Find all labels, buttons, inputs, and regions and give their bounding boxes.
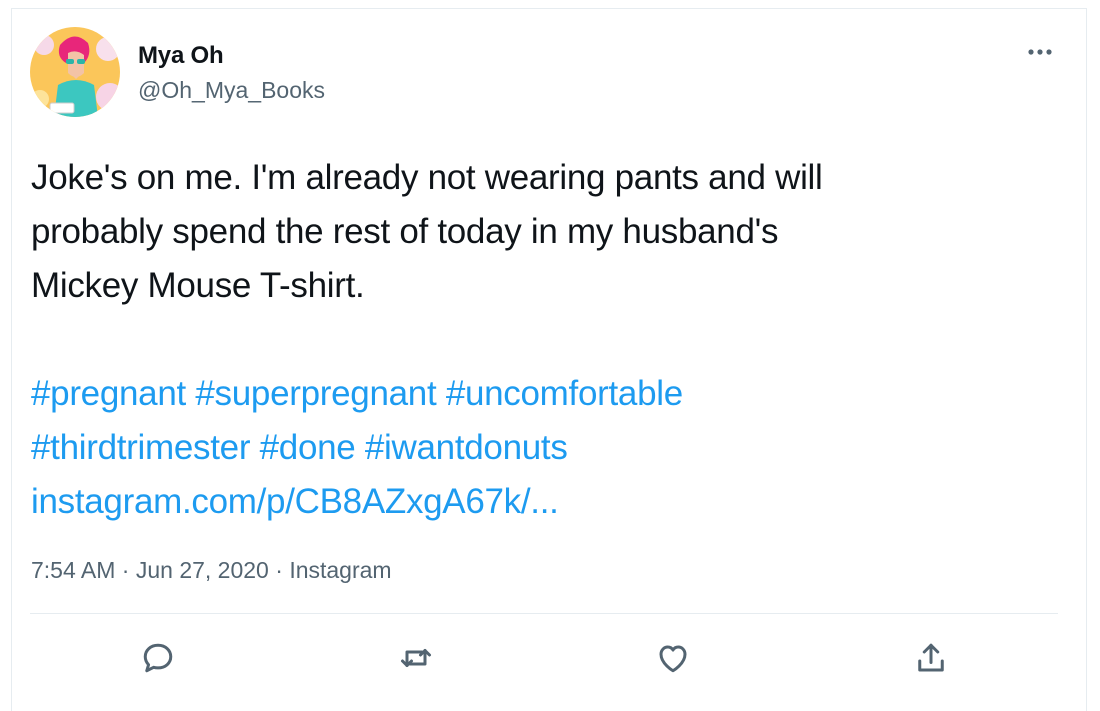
avatar[interactable] [30, 27, 120, 117]
share-button[interactable] [907, 634, 955, 682]
tweet-text-line: probably spend the rest of today in my h… [31, 212, 779, 251]
author-name[interactable]: Mya Oh [138, 42, 224, 70]
hashtag-link[interactable]: #thirdtrimester [31, 428, 250, 467]
hashtag-link[interactable]: #pregnant [31, 374, 186, 413]
instagram-link[interactable]: instagram.com/p/CB8AZxgA67k/... [31, 482, 559, 521]
reply-button[interactable] [134, 634, 182, 682]
tweet-source[interactable]: Instagram [289, 557, 391, 583]
hashtags: #pregnant #superpregnant #uncomfortable … [31, 367, 1051, 529]
tweet-text-line: Mickey Mouse T-shirt. [31, 266, 365, 305]
tweet-card: Mya Oh @Oh_Mya_Books Joke's on me. I'm a… [11, 8, 1087, 711]
tweet-date[interactable]: Jun 27, 2020 [136, 557, 269, 583]
separator: · [121, 557, 130, 583]
author-handle[interactable]: @Oh_Mya_Books [138, 77, 325, 104]
more-options-button[interactable] [1020, 37, 1060, 67]
tweet-metadata: 7:54 AM · Jun 27, 2020 · Instagram [31, 557, 392, 584]
like-button[interactable] [649, 634, 697, 682]
action-bar [12, 634, 1086, 682]
retweet-button[interactable] [392, 634, 440, 682]
divider [30, 613, 1058, 614]
share-icon [918, 643, 944, 672]
tweet-text-line: Joke's on me. I'm already not wearing pa… [31, 158, 823, 197]
hashtag-link[interactable]: #iwantdonuts [365, 428, 568, 467]
tweet-time[interactable]: 7:54 AM [31, 557, 115, 583]
reply-icon [143, 643, 173, 673]
heart-icon [659, 645, 687, 673]
retweet-icon [401, 649, 431, 667]
separator: · [275, 557, 283, 583]
more-icon [1028, 49, 1052, 55]
hashtag-link[interactable]: #done [260, 428, 356, 467]
hashtag-link[interactable]: #superpregnant [195, 374, 436, 413]
tweet-text: Joke's on me. I'm already not wearing pa… [31, 151, 1051, 313]
hashtag-link[interactable]: #uncomfortable [446, 374, 683, 413]
